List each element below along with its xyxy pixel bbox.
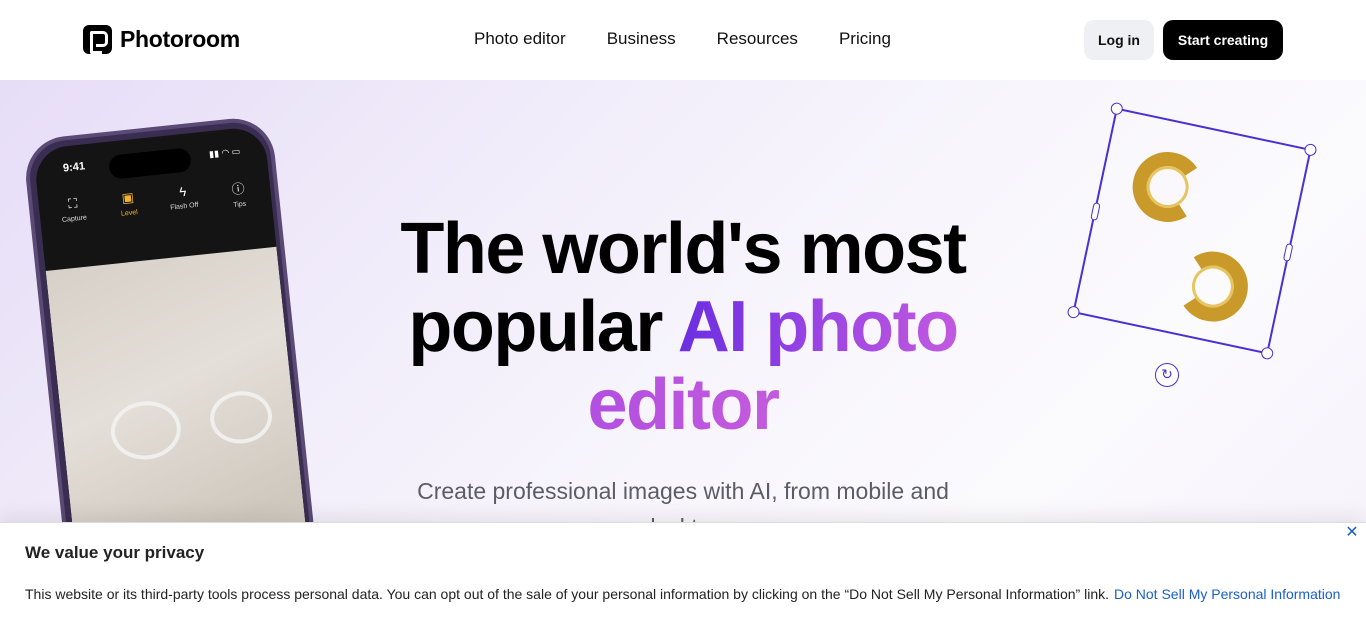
do-not-sell-link[interactable]: Do Not Sell My Personal Information bbox=[1114, 586, 1340, 602]
tool-flash-off: ϟ Flash Off bbox=[158, 182, 209, 217]
tool-label: Tips bbox=[232, 200, 247, 209]
resize-handle-bottom-left bbox=[1066, 305, 1081, 320]
main-nav: Photo editor Business Resources Pricing bbox=[474, 29, 891, 49]
tool-capture: ⛶ Capture bbox=[48, 193, 99, 228]
selection-frame bbox=[1066, 101, 1318, 361]
resize-handle-right bbox=[1282, 242, 1294, 262]
privacy-banner: We value your privacy This website or it… bbox=[0, 522, 1366, 629]
nav-resources[interactable]: Resources bbox=[717, 29, 798, 49]
status-icons: ▮▮ ◠ ▭ bbox=[208, 146, 241, 160]
photoroom-logo[interactable]: Photoroom bbox=[83, 25, 240, 54]
headline-accent-editor: editor bbox=[587, 365, 780, 445]
logo-text: Photoroom bbox=[120, 26, 240, 52]
tool-label: Capture bbox=[61, 214, 88, 224]
headline-line-2: popular bbox=[408, 287, 678, 367]
rotate-icon: ↻ bbox=[1155, 363, 1179, 387]
hero-headline: The world's most popular AI photo editor bbox=[340, 210, 1026, 444]
headline-accent-ai-photo: AI photo bbox=[677, 287, 959, 367]
tool-label: Flash Off bbox=[169, 201, 199, 212]
resize-handle-top-right bbox=[1303, 142, 1318, 157]
nav-photo-editor[interactable]: Photo editor bbox=[474, 29, 566, 49]
resize-handle-bottom-right bbox=[1260, 346, 1275, 361]
earring-photo-left bbox=[108, 397, 184, 463]
photoroom-logo-icon bbox=[83, 25, 112, 54]
close-icon[interactable]: ✕ bbox=[1343, 524, 1361, 542]
tool-level: ▣ Level bbox=[103, 188, 154, 223]
flash-off-icon: ϟ bbox=[178, 183, 188, 200]
headline-line-1: The world's most bbox=[400, 209, 967, 289]
phone-time: 9:41 bbox=[62, 160, 86, 175]
level-icon: ▣ bbox=[120, 189, 135, 206]
tips-icon: ⓘ bbox=[230, 180, 246, 198]
gold-earring-top bbox=[1126, 145, 1210, 229]
privacy-title: We value your privacy bbox=[25, 543, 205, 562]
nav-pricing[interactable]: Pricing bbox=[839, 29, 891, 49]
tool-label: Level bbox=[120, 209, 139, 218]
resize-handle-top-left bbox=[1109, 101, 1124, 116]
earring-photo-right bbox=[207, 388, 275, 447]
nav-business[interactable]: Business bbox=[607, 29, 676, 49]
dynamic-island bbox=[107, 147, 193, 180]
start-creating-button[interactable]: Start creating bbox=[1163, 20, 1283, 60]
camera-toolbar: ⛶ Capture ▣ Level ϟ Flash Off ⓘ Tips bbox=[48, 176, 264, 228]
site-header: Photoroom Photo editor Business Resource… bbox=[0, 0, 1366, 80]
privacy-text: This website or its third-party tools pr… bbox=[25, 586, 1109, 602]
resize-handle-left bbox=[1090, 201, 1101, 222]
tool-tips: ⓘ Tips bbox=[213, 176, 264, 211]
capture-icon: ⛶ bbox=[67, 195, 79, 212]
gold-earring-bottom bbox=[1171, 245, 1255, 329]
login-button[interactable]: Log in bbox=[1084, 20, 1154, 60]
